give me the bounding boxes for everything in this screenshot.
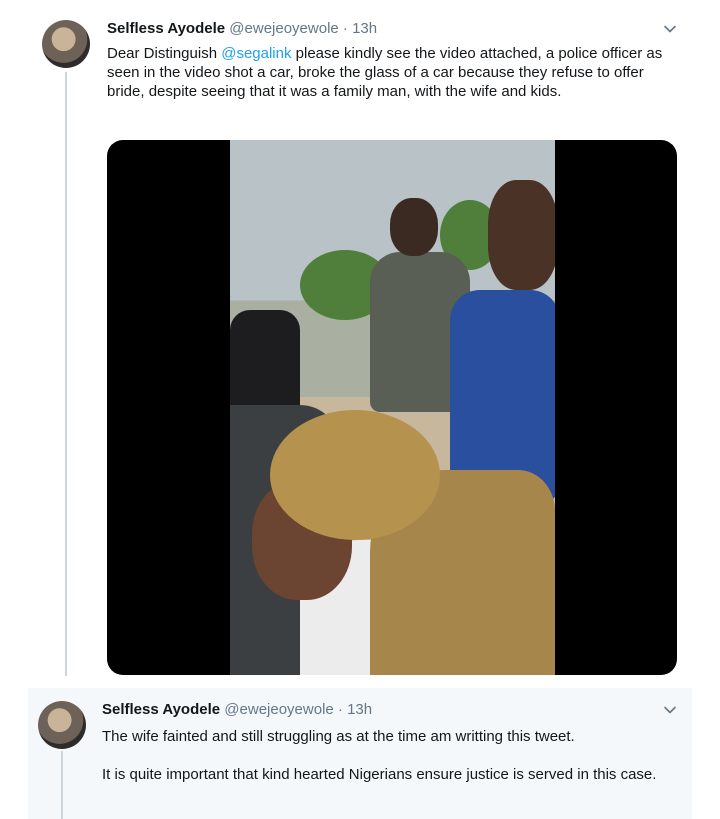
tweet-text-part: Dear Distinguish [107, 45, 222, 62]
avatar[interactable] [42, 20, 90, 68]
video-player[interactable] [107, 140, 677, 675]
author-handle[interactable]: @ewejeoyewole [224, 701, 333, 718]
person [390, 198, 438, 256]
tweet-header: Selfless Ayodele @ewejeoyewole · 13h [102, 701, 372, 719]
thread-line [61, 751, 63, 819]
timestamp[interactable]: 13h [347, 701, 372, 718]
tweet-paragraph: It is quite important that kind hearted … [102, 766, 657, 783]
thread-line [65, 72, 67, 676]
chevron-down-icon[interactable] [661, 20, 679, 38]
avatar[interactable] [38, 701, 86, 749]
person [270, 410, 440, 540]
tweet-text: The wife fainted and still struggling as… [102, 727, 682, 784]
tweet[interactable]: Selfless Ayodele @ewejeoyewole · 13h Dea… [0, 0, 720, 684]
person [488, 180, 555, 290]
separator-dot: · [342, 20, 348, 37]
tweet-paragraph: The wife fainted and still struggling as… [102, 728, 575, 745]
video-frame [230, 140, 555, 675]
author-name[interactable]: Selfless Ayodele [102, 701, 220, 718]
tweet[interactable]: Selfless Ayodele @ewejeoyewole · 13h The… [28, 688, 692, 819]
tweet-header: Selfless Ayodele @ewejeoyewole · 13h [107, 20, 377, 38]
separator-dot: · [337, 701, 343, 718]
author-name[interactable]: Selfless Ayodele [107, 20, 225, 37]
chevron-down-icon[interactable] [661, 701, 679, 719]
tweet-text: Dear Distinguish @segalink please kindly… [107, 44, 677, 101]
author-handle[interactable]: @ewejeoyewole [229, 20, 338, 37]
timestamp[interactable]: 13h [352, 20, 377, 37]
mention-link[interactable]: @segalink [221, 45, 291, 62]
